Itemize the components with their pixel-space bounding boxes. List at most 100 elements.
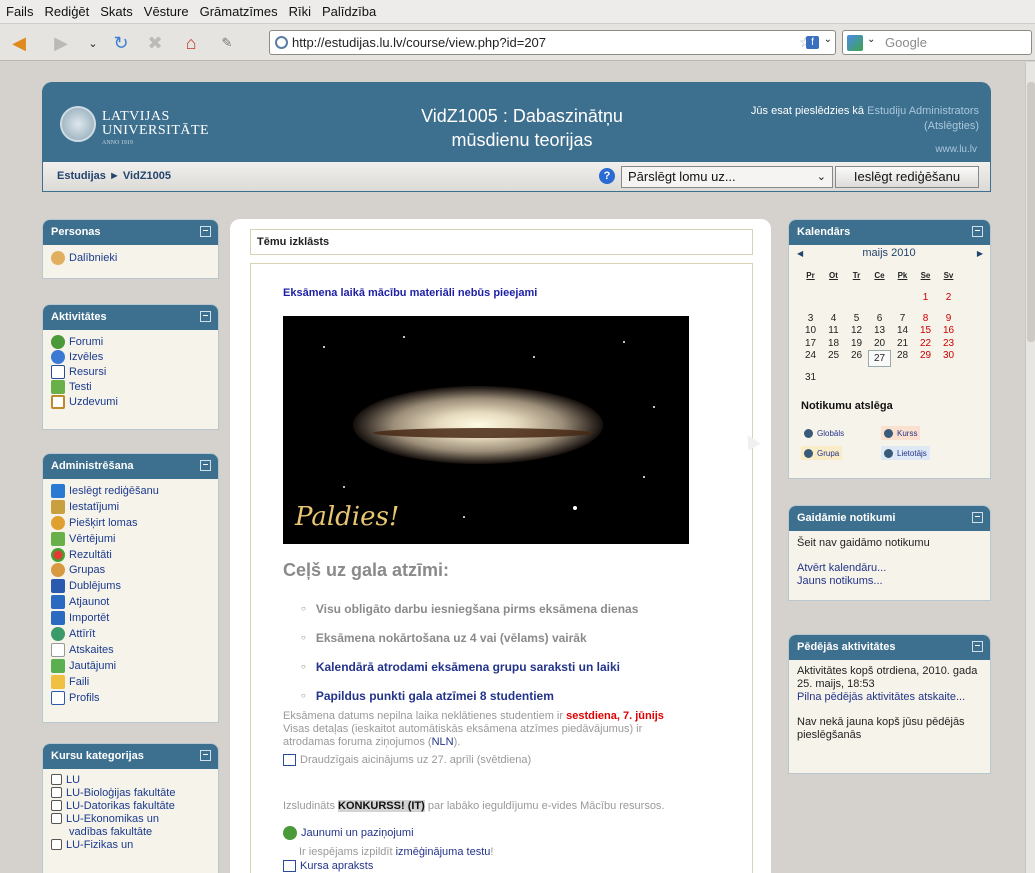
course-description-link[interactable]: Kursa apraksts — [283, 860, 373, 872]
bookmark-star-icon[interactable]: ☆ — [799, 34, 812, 50]
key-user[interactable]: Lietotājs — [881, 446, 930, 460]
admin-grades[interactable]: Vērtējumi — [51, 531, 210, 547]
admin-outcomes[interactable]: Rezultāti — [51, 547, 210, 563]
participants-link[interactable]: Dalībnieki — [51, 250, 210, 266]
url-bar[interactable]: http://estudijas.lu.lv/course/view.php?i… — [269, 30, 836, 55]
admin-files[interactable]: Faili — [51, 674, 210, 690]
category-computing[interactable]: LU-Datorikas fakultāte — [51, 799, 210, 812]
settings-icon — [51, 499, 65, 514]
key-course[interactable]: Kurss — [881, 426, 921, 440]
activity-forums[interactable]: Forumi — [51, 334, 210, 349]
weekday: Pk — [897, 271, 908, 280]
collapse-icon[interactable]: – — [200, 311, 211, 322]
cal-day: 29 — [919, 350, 932, 361]
grade-list: ○ Visu obligāto darbu iesniegšana pirms e… — [301, 594, 741, 710]
forward-icon[interactable]: ▶ — [50, 32, 72, 54]
new-event-link[interactable]: Jauns notikums... — [797, 575, 982, 588]
grade-item-text: Eksāmena nokārtošana uz 4 vai (vēlams) v… — [315, 630, 587, 645]
admin-questions[interactable]: Jautājumi — [51, 658, 210, 674]
category-biology[interactable]: LU-Bioloģijas fakultāte — [51, 786, 210, 799]
feed-icon[interactable]: f — [806, 36, 819, 49]
choice-icon — [51, 349, 65, 364]
full-report-link[interactable]: Pilna pēdējās aktivitātes atskaite... — [797, 691, 982, 704]
menu-edit[interactable]: Rediģēt — [44, 4, 89, 19]
reload-icon[interactable]: ↻ — [110, 32, 132, 54]
search-engine-icon[interactable] — [847, 35, 863, 51]
eye-icon — [884, 448, 893, 458]
category-economics-cont[interactable]: vadības fakultāte — [51, 825, 210, 838]
key-global[interactable]: Globāls — [801, 426, 847, 440]
search-box[interactable]: ⌄ Google — [842, 30, 1032, 55]
activity-assignments[interactable]: Uzdevumi — [51, 394, 210, 409]
collapse-icon[interactable]: – — [972, 226, 983, 237]
collapse-icon[interactable]: – — [200, 226, 211, 237]
month-label[interactable]: maijs 2010 — [862, 247, 915, 259]
activity-label: Uzdevumi — [69, 395, 118, 408]
activity-choices[interactable]: Izvēles — [51, 349, 210, 364]
collapse-icon[interactable]: – — [200, 750, 211, 761]
nln-link[interactable]: NLN — [432, 736, 454, 748]
collapse-icon[interactable]: – — [200, 460, 211, 471]
admin-profile[interactable]: Profils — [51, 690, 210, 706]
category-economics[interactable]: LU-Ekonomikas un — [51, 812, 210, 825]
admin-restore[interactable]: Atjaunot — [51, 594, 210, 610]
key-group[interactable]: Grupa — [801, 446, 843, 460]
admin-groups[interactable]: Grupas — [51, 562, 210, 578]
logout-link[interactable]: (Atslēgties) — [924, 120, 979, 132]
url-dropdown-icon[interactable]: ⌄ — [824, 34, 832, 45]
contest-highlight[interactable]: KONKURSS! (IT) — [338, 800, 425, 812]
grade-item-link[interactable]: ○ Papildus punkti gala atzīmei 8 studenti… — [301, 681, 741, 710]
search-engine-dropdown-icon[interactable]: ⌄ — [867, 34, 875, 45]
invite-link[interactable]: Draudzīgais aicinājums uz 27. aprīli (sv… — [283, 754, 531, 766]
forum-icon — [283, 826, 297, 840]
collapse-icon[interactable]: – — [972, 512, 983, 523]
collapse-icon[interactable]: – — [972, 641, 983, 652]
url-text: http://estudijas.lu.lv/course/view.php?i… — [292, 35, 547, 50]
admin-turn-editing-on[interactable]: Ieslēgt rediģēšanu — [51, 483, 210, 499]
calendar-grid: Pr Ot Tr Ce Pk Se Sv 12 3456789 10 11 12 13… — [799, 270, 983, 385]
menu-tools[interactable]: Rīki — [289, 4, 311, 19]
quiz-link[interactable]: izmēģinājuma testu — [396, 846, 491, 858]
edit-button[interactable]: Ieslēgt rediģēšanu — [835, 166, 979, 188]
scrollbar-thumb[interactable] — [1027, 82, 1035, 342]
site-link[interactable]: www.lu.lv — [935, 144, 977, 155]
university-logo[interactable]: LATVIJAS UNIVERSITĀTE — [102, 110, 209, 138]
activity-quizzes[interactable]: Testi — [51, 379, 210, 394]
history-dropdown-icon[interactable]: ⌄ — [82, 32, 104, 54]
grade-item-link[interactable]: ○ Kalendārā atrodami eksāmena grupu sarak… — [301, 652, 741, 681]
extension-icon[interactable]: ✎ — [216, 32, 238, 54]
prev-month-icon[interactable]: ◀ — [797, 249, 803, 258]
promo-part: par labāko ieguldījumu e-vides Mācību re… — [424, 800, 665, 812]
admin-reports[interactable]: Atskaites — [51, 642, 210, 658]
admin-reset[interactable]: Attīrīt — [51, 626, 210, 642]
cal-day: 6 — [876, 312, 883, 324]
admin-label: Rezultāti — [69, 548, 112, 561]
menu-bookmarks[interactable]: Grāmatzīmes — [200, 4, 278, 19]
help-icon[interactable]: ? — [599, 168, 615, 184]
page-scrollbar[interactable] — [1025, 62, 1035, 873]
breadcrumb[interactable]: Estudijas ► VidZ1005 — [57, 170, 171, 182]
calendar-block: Kalendārs – ◀ maijs 2010 ▶ Pr Ot Tr Ce Pk… — [788, 219, 991, 479]
open-calendar-link[interactable]: Atvērt kalendāru... — [797, 562, 982, 575]
category-lu[interactable]: LU — [51, 773, 210, 786]
login-user-link[interactable]: Estudiju Administrators — [867, 105, 979, 117]
info-text: Eksāmena datums nepilna laika neklātiene… — [283, 710, 567, 722]
stop-icon[interactable]: ✖ — [144, 32, 166, 54]
activity-resources[interactable]: Resursi — [51, 364, 210, 379]
admin-assign-roles[interactable]: Piešķirt lomas — [51, 515, 210, 531]
admin-settings[interactable]: Iestatījumi — [51, 499, 210, 515]
admin-import[interactable]: Importēt — [51, 610, 210, 626]
back-icon[interactable]: ◀ — [8, 32, 30, 54]
menu-bar: Fails Rediģēt Skats Vēsture Grāmatzīmes … — [0, 0, 1035, 24]
category-physics[interactable]: LU-Fizikas un — [51, 838, 210, 851]
menu-view[interactable]: Skats — [100, 4, 133, 19]
next-month-icon[interactable]: ▶ — [977, 249, 983, 258]
menu-history[interactable]: Vēsture — [144, 4, 189, 19]
weekday: Tr — [852, 271, 861, 280]
home-icon[interactable]: ⌂ — [180, 32, 202, 54]
menu-file[interactable]: Fails — [6, 4, 33, 19]
menu-help[interactable]: Palīdzība — [322, 4, 376, 19]
admin-backup[interactable]: Dublējums — [51, 578, 210, 594]
news-forum-link[interactable]: Jaunumi un paziņojumi — [283, 826, 414, 840]
role-select[interactable]: Pārslēgt lomu uz... ⌄ — [621, 166, 833, 188]
